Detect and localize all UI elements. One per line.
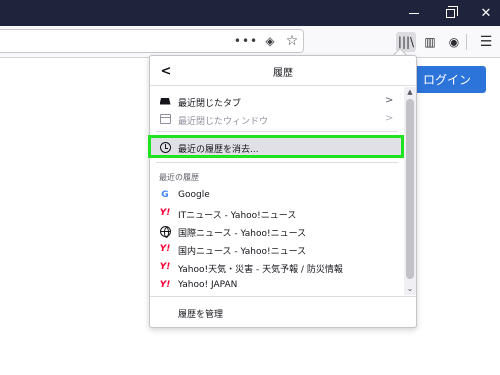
yahoo-icon: Y! bbox=[159, 262, 171, 272]
tab-icon bbox=[159, 95, 171, 107]
menu-item-label: 履歴を管理 bbox=[178, 310, 224, 320]
divider bbox=[156, 162, 398, 163]
menu-item-label: 最近閉じたタブ bbox=[178, 99, 242, 109]
history-entry-label: ITニュース - Yahoo!ニュース bbox=[178, 211, 297, 221]
minimize-icon bbox=[409, 12, 419, 14]
close-button[interactable]: ✕ bbox=[468, 0, 500, 26]
yahoo-icon: Y! bbox=[159, 280, 171, 290]
scroll-down-icon[interactable]: ⌄ bbox=[404, 283, 416, 293]
page-actions-icon[interactable]: ••• bbox=[234, 33, 257, 49]
window-icon bbox=[159, 113, 171, 125]
login-button[interactable]: ログイン bbox=[408, 66, 486, 93]
history-entry[interactable]: Y! 国内ニュース - Yahoo!ニュース bbox=[150, 240, 404, 258]
divider bbox=[156, 131, 398, 132]
history-entry-label: 国際ニュース - Yahoo!ニュース bbox=[178, 229, 307, 239]
history-entry-label: Yahoo! JAPAN bbox=[178, 280, 238, 290]
close-icon: ✕ bbox=[480, 5, 492, 21]
nav-toolbar: ••• ◈ ☆ |||\ ▥ ◉ ☰ bbox=[0, 26, 500, 58]
divider bbox=[150, 296, 416, 297]
history-panel: < 履歴 最近閉じたタブ > 最近閉じたウィンドウ > 最近の履歴を消去... … bbox=[149, 55, 417, 328]
account-icon[interactable]: ◉ bbox=[444, 32, 464, 52]
maximize-button[interactable] bbox=[432, 0, 468, 26]
yahoo-icon: Y! bbox=[159, 208, 171, 218]
hamburger-menu-icon[interactable]: ☰ bbox=[476, 32, 496, 52]
history-entry-label: Yahoo!天気・災害 - 天気予報 / 防災情報 bbox=[178, 265, 343, 275]
menu-item-label: 最近閉じたウィンドウ bbox=[178, 117, 269, 127]
pocket-icon[interactable]: ◈ bbox=[262, 33, 278, 49]
minimize-button[interactable] bbox=[396, 0, 432, 26]
panel-header: < 履歴 bbox=[150, 56, 416, 86]
url-bar[interactable]: ••• ◈ ☆ bbox=[0, 29, 304, 53]
chevron-right-icon: > bbox=[385, 113, 394, 124]
scrollbar-thumb[interactable] bbox=[406, 99, 414, 279]
highlight-frame bbox=[148, 135, 404, 158]
scroll-up-icon[interactable]: ▲ bbox=[404, 87, 416, 97]
history-entry[interactable]: G Google bbox=[150, 186, 404, 204]
manage-history-item[interactable]: 履歴を管理 bbox=[150, 304, 416, 322]
history-entry[interactable]: 国際ニュース - Yahoo!ニュース bbox=[150, 222, 404, 240]
title-bar: ✕ bbox=[0, 0, 500, 26]
history-entry-label: Google bbox=[178, 190, 210, 200]
bookmark-star-icon[interactable]: ☆ bbox=[284, 33, 300, 49]
recent-history-heading: 最近の履歴 bbox=[159, 173, 199, 182]
google-icon: G bbox=[161, 190, 169, 200]
history-entry[interactable]: Y! Yahoo! JAPAN bbox=[150, 276, 404, 294]
panel-title: 履歴 bbox=[273, 68, 293, 79]
history-entry[interactable]: Y! ITニュース - Yahoo!ニュース bbox=[150, 204, 404, 222]
recently-closed-tabs-item[interactable]: 最近閉じたタブ > bbox=[150, 92, 404, 110]
globe-icon bbox=[159, 225, 171, 238]
history-entry-label: 国内ニュース - Yahoo!ニュース bbox=[178, 247, 307, 257]
chevron-right-icon: > bbox=[385, 95, 394, 106]
browser-window: ✕ ••• ◈ ☆ |||\ ▥ ◉ ☰ ログイン < 履歴 最近閉じたタブ >… bbox=[0, 0, 500, 375]
history-entry[interactable]: Y! Yahoo!天気・災害 - 天気予報 / 防災情報 bbox=[150, 258, 404, 276]
recently-closed-windows-item[interactable]: 最近閉じたウィンドウ > bbox=[150, 110, 404, 128]
yahoo-icon: Y! bbox=[159, 244, 171, 254]
maximize-icon bbox=[445, 5, 458, 18]
panel-scrollbar[interactable]: ▲ ⌄ bbox=[404, 87, 416, 295]
toolbar-separator bbox=[466, 34, 467, 50]
sidebar-icon[interactable]: ▥ bbox=[420, 32, 440, 52]
